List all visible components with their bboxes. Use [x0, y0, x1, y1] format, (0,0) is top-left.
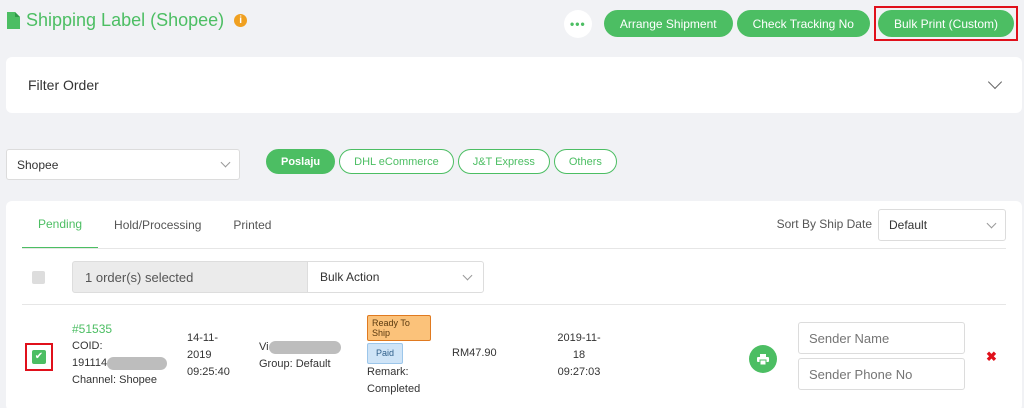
chevron-down-icon[interactable]: [987, 74, 1003, 90]
status-badge: Ready To Ship: [367, 315, 431, 341]
sort-select[interactable]: Default: [878, 209, 1006, 241]
row-checkbox[interactable]: ✔: [32, 350, 46, 364]
coid-value: 191114: [72, 355, 168, 372]
order-info: #51535 COID: 191114 Channel: Shopee: [72, 321, 168, 389]
bulk-print-custom-button[interactable]: Bulk Print (Custom): [877, 10, 1014, 37]
arrange-shipment-button[interactable]: Arrange Shipment: [603, 10, 733, 37]
document-icon: [6, 12, 20, 29]
chevron-down-icon: [462, 270, 473, 280]
coid-prefix: 191114: [72, 357, 108, 369]
check-tracking-button[interactable]: Check Tracking No: [736, 10, 870, 37]
channel-select[interactable]: Shopee: [6, 149, 240, 180]
carrier-tab-poslaju[interactable]: Poslaju: [266, 149, 336, 174]
order-date-line: 2019: [187, 349, 212, 361]
filter-order-panel[interactable]: Filter Order: [6, 57, 1022, 113]
sort-label: Sort By Ship Date: [776, 217, 872, 231]
remark-value: Completed: [367, 383, 421, 395]
bulk-print-highlight: Bulk Print (Custom): [873, 6, 1018, 41]
ship-date-line: 18: [572, 349, 586, 361]
group-info: Group: Default: [259, 356, 341, 373]
carrier-tab-others[interactable]: Others: [553, 149, 617, 174]
page-title: Shipping Label (Shopee) i: [6, 10, 248, 31]
ship-date-line: 09:27:03: [557, 366, 601, 378]
page-title-text: Shipping Label (Shopee): [26, 10, 225, 30]
ship-date-line: 2019-11-: [557, 332, 601, 344]
order-date: 14-11- 2019 09:25:40: [187, 330, 230, 381]
payment-badge: Paid: [367, 343, 404, 364]
more-options-button[interactable]: •••: [563, 9, 592, 38]
tab-printed[interactable]: Printed: [217, 201, 287, 249]
channel-label: Channel:: [72, 374, 117, 386]
redacted-block: [268, 340, 341, 354]
order-id-link[interactable]: #51535: [72, 321, 167, 338]
carrier-tabs: Poslaju DHL eCommerce J&T Express Others: [266, 149, 617, 174]
carrier-tab-jnt[interactable]: J&T Express: [457, 149, 550, 174]
checkmark-icon: ✔: [34, 351, 44, 362]
buyer-prefix: Vi: [259, 341, 269, 353]
divider: [22, 248, 1006, 249]
filter-order-label: Filter Order: [28, 77, 99, 93]
channel-info: Channel: Shopee: [72, 372, 167, 389]
sender-phone-input[interactable]: [798, 358, 965, 390]
sender-name-input[interactable]: [798, 322, 965, 354]
group-value: Default: [295, 358, 331, 370]
chevron-down-icon: [220, 157, 231, 168]
bulk-row: 1 order(s) selected Bulk Action: [6, 261, 1022, 295]
delete-icon[interactable]: ✖: [986, 349, 997, 365]
orders-card: Pending Hold/Processing Printed Sort By …: [6, 201, 1022, 408]
tab-hold-processing[interactable]: Hold/Processing: [98, 201, 217, 249]
order-date-line: 09:25:40: [187, 366, 230, 378]
tab-pending[interactable]: Pending: [22, 201, 99, 249]
coid-label: COID:: [72, 340, 103, 352]
printer-icon: [757, 353, 769, 365]
selected-count-field: 1 order(s) selected: [72, 261, 308, 293]
carrier-tab-dhl[interactable]: DHL eCommerce: [339, 149, 454, 174]
table-row: ✔ #51535 COID: 191114 Channel: Shopee 14…: [6, 305, 1022, 405]
chevron-down-icon: [986, 218, 997, 228]
order-amount: RM47.90: [452, 347, 497, 359]
header-actions: ••• Arrange Shipment Check Tracking No B…: [563, 6, 1018, 41]
status-tabs: Pending Hold/Processing Printed: [22, 201, 287, 249]
buyer-name: Vi: [259, 339, 341, 356]
redacted-block: [107, 356, 168, 370]
group-label: Group:: [259, 358, 293, 370]
info-icon[interactable]: i: [234, 14, 248, 27]
channel-select-value: Shopee: [17, 157, 59, 172]
order-date-line: 14-11-: [187, 332, 218, 344]
print-button[interactable]: [749, 345, 777, 373]
remark-label: Remark:: [367, 366, 409, 378]
buyer-info: Vi Group: Default: [259, 339, 341, 373]
bulk-action-select[interactable]: Bulk Action: [307, 261, 484, 293]
select-all-checkbox[interactable]: [32, 271, 45, 284]
channel-value: Shopee: [119, 374, 158, 386]
row-checkbox-highlight: ✔: [25, 343, 53, 371]
order-status: Ready To Ship Paid Remark: Completed: [367, 315, 431, 398]
bulk-action-label: Bulk Action: [320, 270, 380, 284]
ship-date: 2019-11- 18 09:27:03: [556, 330, 602, 381]
sort-select-value: Default: [889, 218, 928, 232]
